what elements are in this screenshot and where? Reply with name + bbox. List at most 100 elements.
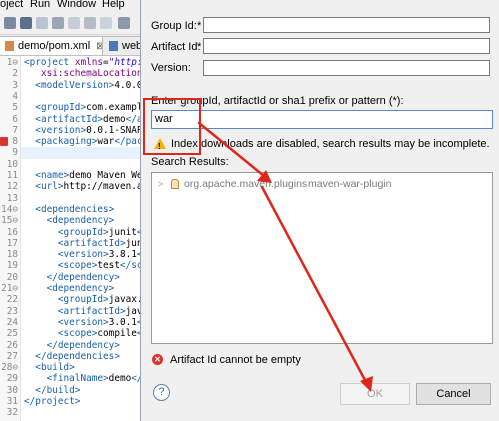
xml-file-icon	[109, 41, 118, 52]
toolbar-icon[interactable]	[84, 17, 96, 29]
code-text: xsi:schemaLocation="	[40, 68, 154, 80]
artifact-id-field[interactable]	[203, 38, 490, 54]
line-number: 31	[6, 396, 18, 407]
code-text: <version>3.8.1</	[57, 249, 148, 261]
code-text: <groupId>javax.s	[57, 294, 149, 306]
toolbar-icon[interactable]	[118, 17, 130, 29]
ok-button[interactable]: OK	[340, 383, 410, 405]
code-text: </build>	[35, 384, 81, 396]
line-number: 32	[6, 407, 18, 419]
code-text: <dependency>	[46, 215, 115, 227]
line-number: 10	[6, 158, 18, 170]
line-number: 9	[12, 147, 18, 159]
toolbar-icon[interactable]	[100, 17, 112, 29]
code-text: </dependency>	[46, 339, 120, 351]
current-line-highlight	[21, 147, 140, 159]
xml-file-icon	[5, 41, 14, 52]
line-number: 7	[12, 124, 18, 136]
line-number: 22	[6, 294, 18, 306]
jar-icon	[171, 179, 179, 189]
tab-label: demo/pom.xml	[18, 40, 91, 52]
error-icon: ✕	[152, 354, 163, 365]
required-marker: *	[197, 20, 202, 32]
group-id-field[interactable]	[203, 17, 490, 33]
code-text: <build>	[35, 362, 75, 374]
search-results-tree[interactable]: > org.apache.maven.plugins maven-war-plu…	[151, 172, 493, 344]
line-number: 13	[6, 192, 18, 204]
xml-editor[interactable]: 1⊖ <project xmlns="http:/ 2 xsi:schemaLoca…	[0, 56, 154, 421]
line-number: 23	[6, 305, 18, 317]
line-number: 1⊖	[6, 57, 18, 68]
code-text: <artifactId>demo</ar	[35, 113, 149, 125]
line-number: 28⊖	[1, 362, 18, 374]
cancel-button[interactable]: Cancel	[416, 383, 491, 405]
tab-pom-xml[interactable]: demo/pom.xml ⊠	[0, 36, 112, 55]
line-number: 17	[6, 237, 18, 249]
code-text: </dependencies>	[35, 350, 120, 362]
line-number: 25	[6, 328, 18, 340]
code-text: <dependencies>	[35, 203, 115, 215]
chevron-right-icon[interactable]: >	[158, 177, 166, 191]
index-warning: Index downloads are disabled, search res…	[151, 136, 491, 155]
line-number: 21⊖	[1, 283, 18, 294]
line-number: 12	[6, 181, 18, 193]
validation-error: ✕ Artifact Id cannot be empty	[151, 352, 491, 368]
line-number: 2	[12, 68, 18, 80]
code-text: <scope>test</sc	[57, 260, 143, 272]
code-text: <version>0.0.1-SNAPS	[35, 124, 149, 136]
line-number: 11	[6, 170, 18, 181]
version-field[interactable]	[203, 60, 490, 76]
code-text: </dependency>	[46, 271, 120, 283]
menu-item-project[interactable]: oject	[0, 0, 23, 10]
menu-item-help[interactable]: Help	[102, 0, 125, 10]
result-artifact-id: maven-war-plugin	[308, 178, 392, 190]
line-number: 6	[12, 113, 18, 125]
group-id-label: Group Id:	[151, 20, 197, 32]
select-dependency-dialog: Group Id: * Artifact Id: * Version: Ente…	[140, 0, 499, 421]
search-results-label: Search Results:	[151, 156, 229, 168]
toolbar-icon[interactable]	[20, 17, 32, 29]
required-marker: *	[197, 41, 202, 53]
line-number: 4	[12, 90, 18, 102]
warning-text: Index downloads are disabled, search res…	[171, 138, 490, 150]
code-text: <version>3.0.1</	[57, 316, 148, 328]
line-number: 20	[6, 271, 18, 283]
code-text: <groupId>com.example	[35, 102, 149, 114]
line-number: 8	[12, 136, 18, 148]
line-number: 27	[6, 350, 18, 362]
line-number: 15⊖	[1, 215, 18, 227]
menu-item-run[interactable]: Run	[30, 0, 50, 10]
code-text: <artifactId>java	[57, 305, 149, 317]
version-label: Version:	[151, 62, 191, 74]
line-number: 24	[6, 316, 18, 328]
line-number: 18	[6, 249, 18, 261]
code-text: <name>demo Maven Web	[35, 170, 149, 181]
help-button[interactable]: ?	[153, 384, 170, 401]
toolbar-icon[interactable]	[36, 17, 48, 29]
code-text: <project xmlns="http:/	[24, 57, 149, 68]
toolbar-icon[interactable]	[68, 17, 80, 29]
toolbar-icon[interactable]	[4, 17, 16, 29]
result-group-id: org.apache.maven.plugins	[184, 178, 308, 190]
menu-item-window[interactable]: Window	[57, 0, 96, 10]
line-number: 26	[6, 339, 18, 351]
code-text: <scope>compile</	[57, 328, 148, 340]
line-number: 5	[12, 102, 18, 114]
line-number: 30	[6, 384, 18, 396]
code-text: <url>http://maven.ap	[35, 181, 149, 193]
line-number: 16	[6, 226, 18, 238]
code-text: <dependency>	[46, 283, 115, 294]
artifact-id-label: Artifact Id:	[151, 41, 201, 53]
search-pattern-input[interactable]: war	[151, 110, 493, 129]
toolbar-icon[interactable]	[52, 17, 64, 29]
line-number: 3	[12, 79, 18, 91]
line-number: 19	[6, 260, 18, 272]
code-text: <groupId>junit</	[57, 226, 148, 238]
code-text: <packaging>war</pack	[35, 136, 149, 148]
code-text: </project>	[24, 396, 81, 407]
annotation-box	[143, 98, 201, 155]
code-text: <artifactId>juni	[57, 237, 149, 249]
line-number: 14⊖	[1, 203, 18, 215]
code-text: <finalName>demo</f	[46, 373, 149, 385]
line-number: 29	[6, 373, 18, 385]
